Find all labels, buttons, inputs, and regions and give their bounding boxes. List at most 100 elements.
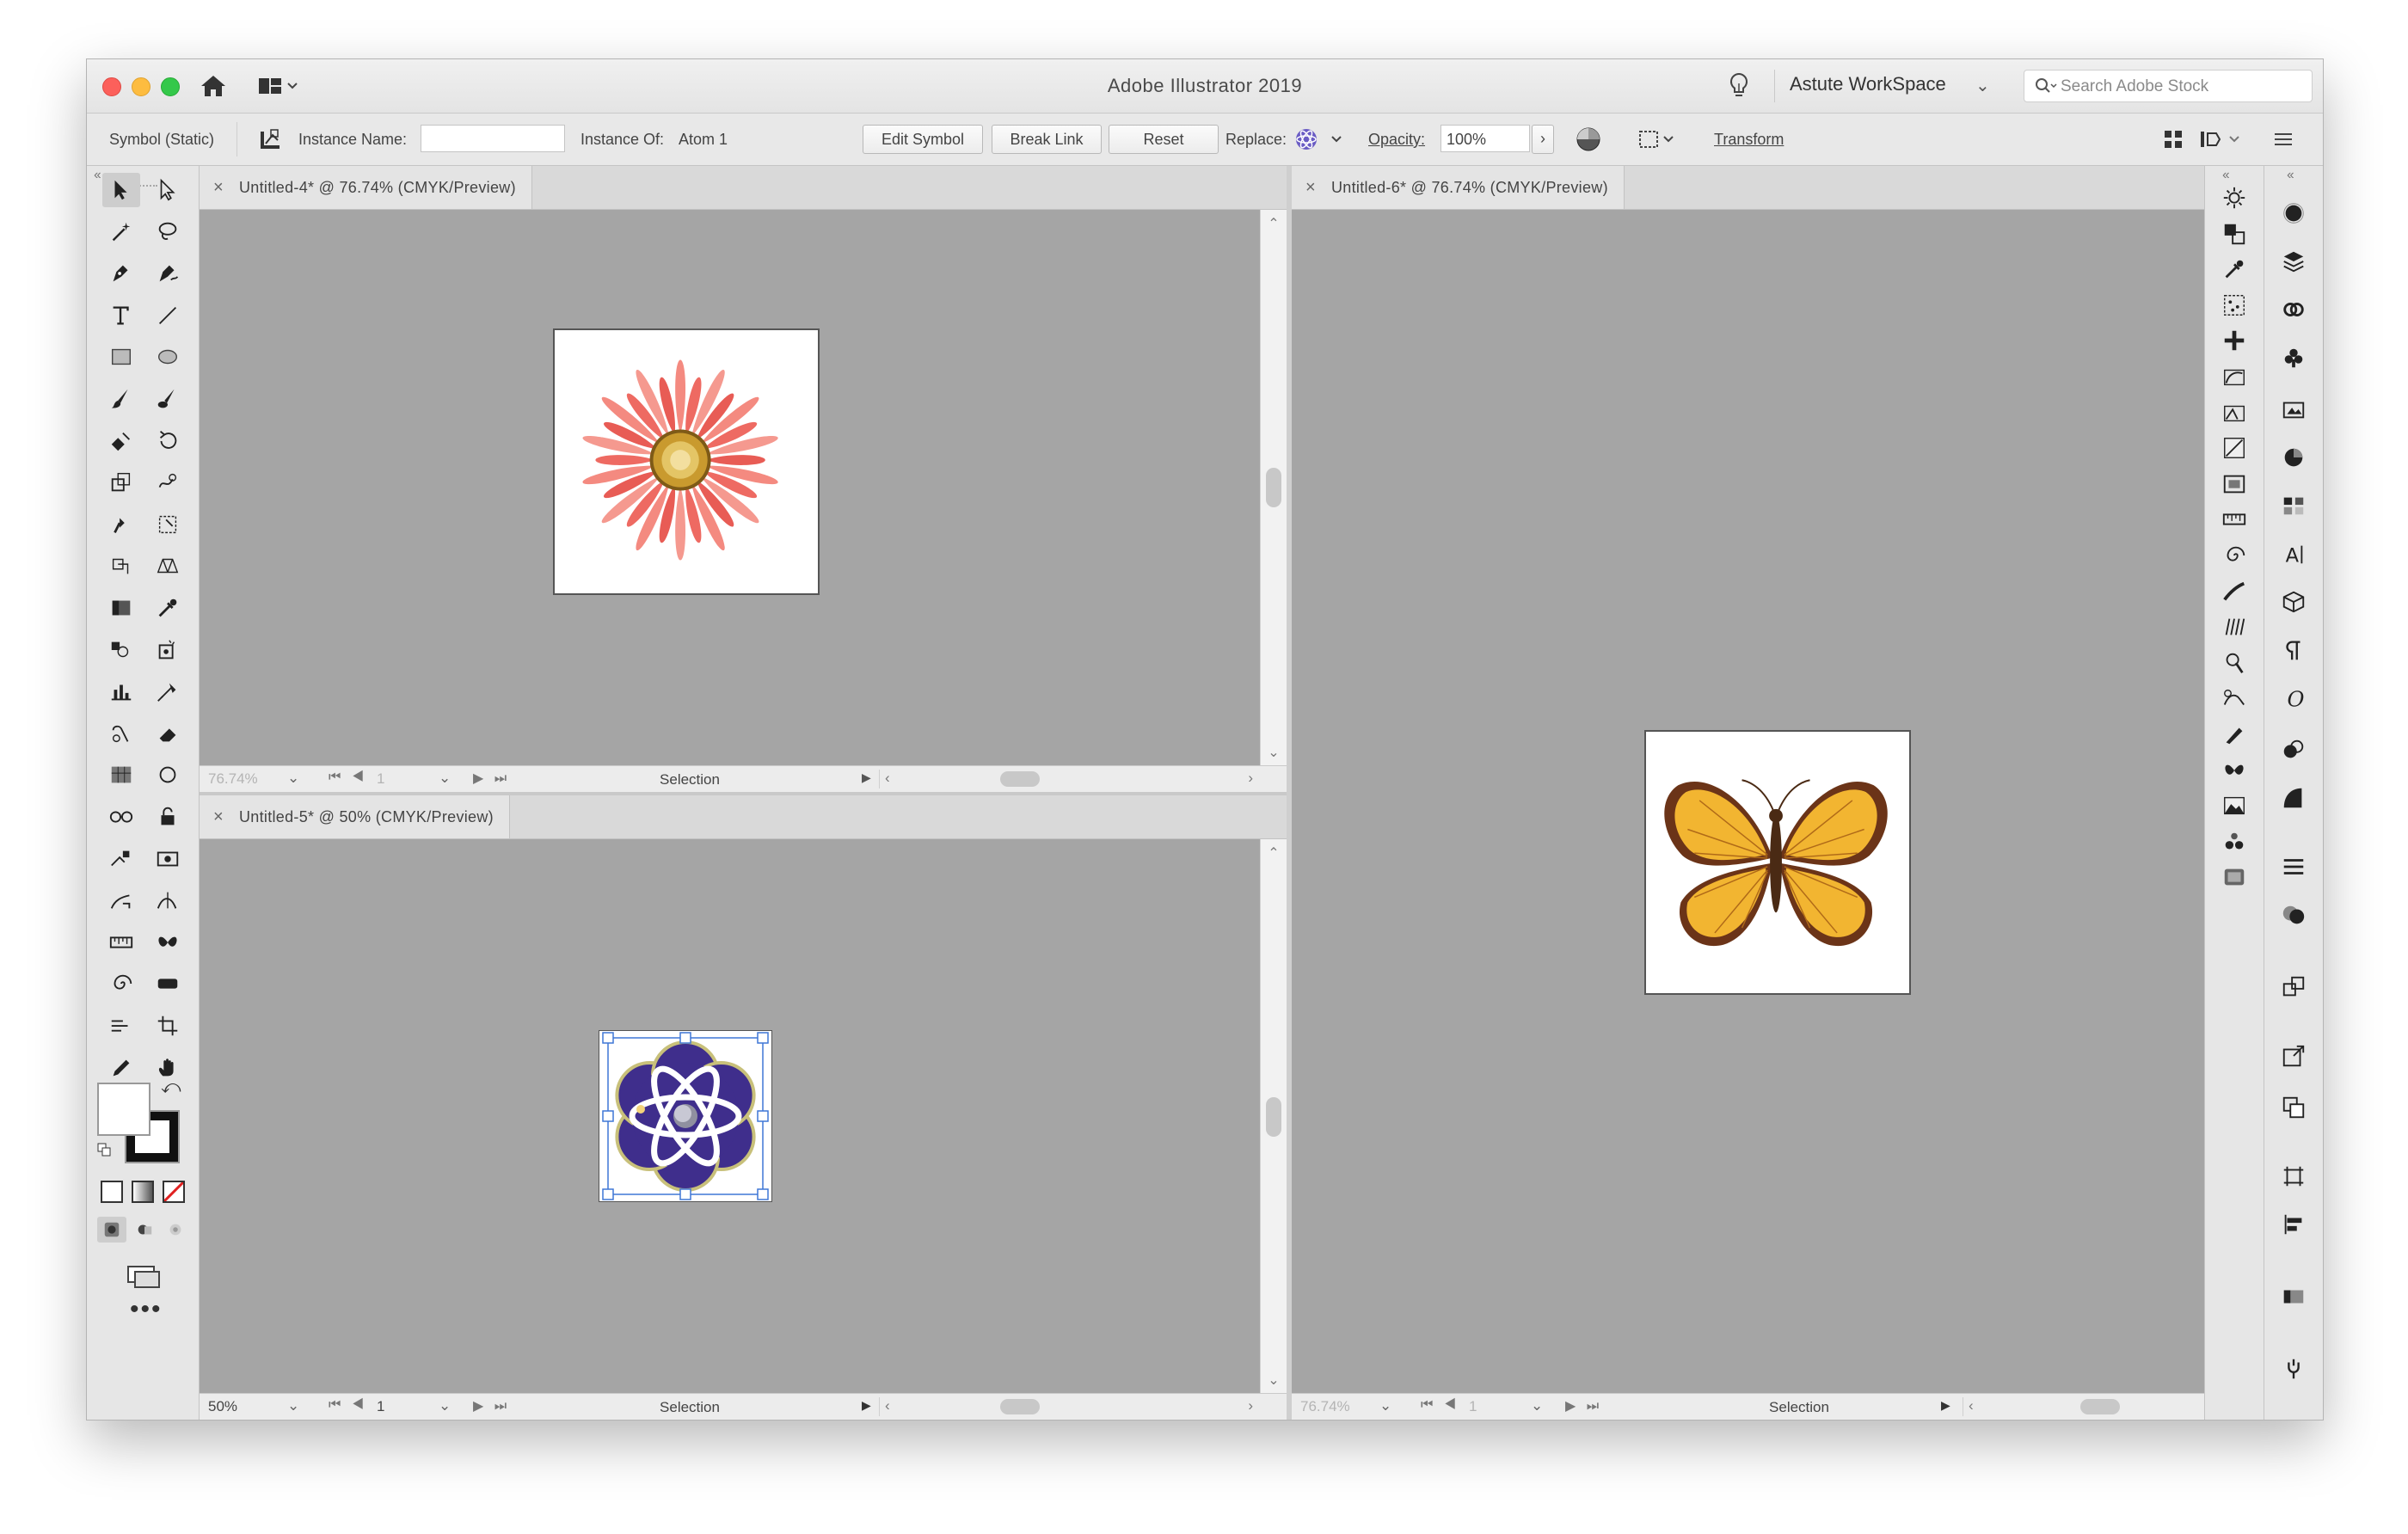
slice-tool-icon[interactable] [102,716,140,751]
arrange-dropdown-icon[interactable] [2196,125,2247,154]
opacity-field[interactable]: 100% [1440,125,1530,152]
flower-artwork[interactable] [555,330,818,593]
puppet-warp-tool-icon[interactable] [102,507,140,542]
screen-mode-icon[interactable] [125,1263,163,1291]
warp-tool-icon[interactable] [149,465,187,500]
scroll-thumb[interactable] [1000,771,1040,787]
status-mode-text[interactable]: Selection [1619,1399,1980,1416]
color-mode-icon[interactable] [101,1181,123,1203]
scroll-thumb[interactable] [1266,1097,1281,1137]
creative-cloud-libraries-icon[interactable] [2276,293,2311,326]
isolate-icon[interactable] [2158,125,2189,154]
gradient-panel-icon[interactable] [2276,1280,2311,1313]
direct-selection-tool-icon[interactable] [149,173,187,207]
diagonal-box-icon[interactable] [2217,432,2251,464]
dots-icon[interactable] [2217,825,2251,858]
brush-tool-icon[interactable] [149,966,187,1001]
selection-tool-icon[interactable] [102,173,140,207]
edit-toolbar-icon[interactable]: ••• [130,1297,163,1322]
transform-link[interactable]: Transform [1714,131,1784,149]
edit-symbol-button[interactable]: Edit Symbol [863,125,983,154]
scroll-thumb[interactable] [1266,468,1281,507]
zoom-level-field[interactable]: 76.74% ⌄ [208,770,303,788]
transparency-icon[interactable] [2276,782,2311,814]
scatter-icon[interactable] [2217,289,2251,322]
artboards-icon[interactable] [2276,1160,2311,1193]
lock-tool-icon[interactable] [149,800,187,834]
status-mode-text[interactable]: Selection [526,771,853,788]
plus-icon[interactable] [2217,324,2251,357]
none-mode-icon[interactable] [163,1181,185,1203]
canvas[interactable] [200,839,1261,1394]
workspace-switcher[interactable]: Astute WorkSpace [1790,73,1946,95]
scroll-up-icon[interactable]: ⌃ [1261,215,1287,232]
scroll-up-icon[interactable]: ⌃ [1261,844,1287,862]
blob-brush-tool-icon[interactable] [149,382,187,416]
chevron-down-icon[interactable]: ⌄ [439,770,451,787]
crop-tool-icon[interactable] [149,1009,187,1043]
free-transform-tool-icon[interactable] [149,507,187,542]
column-graph-tool-icon[interactable] [102,674,140,709]
brush-stroke-icon[interactable] [2217,575,2251,608]
pointer-touch-icon[interactable] [2217,647,2251,679]
control-panel-menu-icon[interactable] [2268,125,2299,154]
instance-name-field[interactable] [421,125,565,152]
blend-tool-icon[interactable] [102,633,140,667]
chevron-down-icon[interactable]: ⌄ [1379,1397,1391,1414]
break-link-button[interactable]: Break Link [992,125,1102,154]
canvas[interactable] [1292,210,2264,1394]
chevron-down-icon[interactable]: ⌄ [1531,1397,1543,1414]
document-tab[interactable]: × Untitled-6* @ 76.74% (CMYK/Preview) [1292,166,1625,209]
pencil-tool-icon[interactable] [102,1051,140,1085]
close-tab-icon[interactable]: × [1305,178,1316,198]
search-adobe-stock-input[interactable]: Search Adobe Stock [2024,70,2313,102]
butterfly-icon[interactable] [2217,754,2251,787]
layers-icon[interactable] [2276,245,2311,278]
shape-builder-tool-icon[interactable] [102,549,140,583]
3d-object-icon[interactable] [2276,586,2311,618]
bird-path-icon[interactable] [2217,682,2251,715]
opacity-arrow-button[interactable]: › [1532,125,1554,154]
chevron-down-icon[interactable]: ⌄ [287,1397,299,1414]
export-icon[interactable] [2276,1040,2311,1072]
scroll-right-icon[interactable]: › [1248,1397,1253,1414]
curve-edit-2-icon[interactable] [2217,396,2251,429]
appearance-icon[interactable] [2276,197,2311,230]
opentype-icon[interactable]: O [2276,682,2311,715]
symbol-sprayer-tool-icon[interactable] [149,633,187,667]
status-menu-icon[interactable]: ▶ [862,1398,871,1413]
transform-icon[interactable] [2276,1091,2311,1124]
butterfly-tool-icon[interactable] [149,925,187,960]
artboard-butterfly[interactable] [1644,730,1911,995]
status-mode-text[interactable]: Selection [526,1399,853,1416]
scroll-left-icon[interactable]: ‹ [885,1397,890,1414]
binoculars-tool-icon[interactable] [102,800,140,834]
hatch-icon[interactable] [2217,611,2251,643]
butterfly-artwork[interactable] [1646,732,1909,993]
frame-icon[interactable] [2217,468,2251,500]
gradient-mode-icon[interactable] [132,1181,154,1203]
scroll-left-icon[interactable]: ‹ [1969,1397,1974,1414]
magic-wand-tool-icon[interactable] [102,215,140,249]
chevron-down-icon[interactable]: ⌄ [1975,75,1990,96]
vertical-scrollbar[interactable]: ⌃ ⌄ [1260,839,1287,1394]
fill-swatch[interactable] [97,1083,150,1136]
ruler-tool-icon[interactable] [102,925,140,960]
arrange-squares-icon[interactable] [2217,218,2251,250]
first-prev-artboard-icons[interactable]: ⏮ ◀ [1421,1397,1459,1413]
document-tab[interactable]: × Untitled-4* @ 76.74% (CMYK/Preview) [200,166,532,209]
spiral-icon[interactable] [2217,539,2251,572]
landscape-icon[interactable] [2217,789,2251,822]
measure-tool-icon[interactable] [149,842,187,876]
swatches-icon[interactable] [2276,489,2311,522]
paintbrush-tool-icon[interactable] [102,382,140,416]
scroll-down-icon[interactable]: ⌄ [1261,744,1287,761]
atom-artwork[interactable] [599,1031,771,1201]
character-icon[interactable]: A [2276,537,2311,570]
swap-fill-stroke-icon[interactable]: ⤺ [161,1076,181,1098]
first-prev-artboard-icons[interactable]: ⏮ ◀ [329,1397,367,1413]
default-fill-stroke-icon[interactable] [97,1143,111,1157]
rectangle-tool-icon[interactable] [102,340,140,374]
color-guide-icon[interactable] [2276,441,2311,474]
zoom-level-field[interactable]: 76.74% ⌄ [1300,1397,1395,1415]
